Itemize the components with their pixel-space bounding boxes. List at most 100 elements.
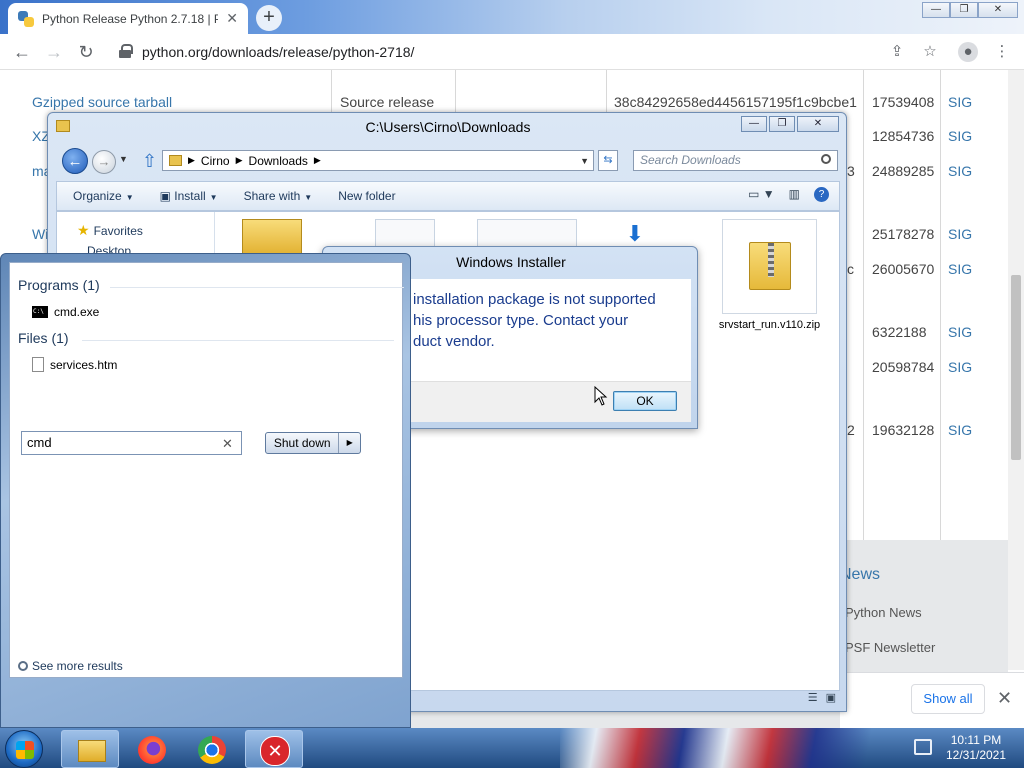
minimize-button[interactable]: — [922, 2, 950, 18]
new-folder-button[interactable]: New folder [338, 189, 395, 203]
chevron-down-icon[interactable]: ▼ [580, 156, 589, 166]
up-arrow-icon[interactable]: ⇧ [142, 151, 157, 172]
lock-icon[interactable] [119, 44, 133, 58]
breadcrumb-chevron-icon[interactable]: ▶ [314, 155, 321, 166]
browser-tab[interactable]: Python Release Python 2.7.18 | P ✕ [8, 3, 248, 34]
files-group-heading[interactable]: Files (1) [18, 330, 69, 346]
new-tab-button[interactable]: + [256, 5, 282, 31]
large-icons-view-icon[interactable]: ▣ [826, 691, 836, 704]
table-row-name[interactable]: Wi [32, 226, 48, 242]
taskbar-firefox-icon[interactable] [124, 730, 182, 768]
group-divider [82, 340, 394, 341]
install-button[interactable]: ▣ Install ▼ [160, 189, 218, 203]
breadcrumb-chevron-icon[interactable]: ▶ [236, 155, 243, 166]
dialog-message: installation package is not supported hi… [413, 291, 656, 350]
search-icon[interactable] [821, 154, 831, 164]
network-icon[interactable] [914, 739, 932, 755]
explorer-minimize-button[interactable]: — [741, 116, 767, 132]
sig-link[interactable]: SIG [948, 261, 972, 277]
ok-button[interactable]: OK [613, 391, 677, 411]
table-row-size: 26005670 [872, 261, 935, 277]
help-icon[interactable]: ? [814, 187, 829, 202]
breadcrumb-cirno[interactable]: Cirno [201, 154, 230, 168]
programs-group-heading[interactable]: Programs (1) [18, 277, 100, 293]
explorer-close-button[interactable]: ✕ [797, 116, 839, 132]
column-divider [863, 70, 864, 540]
explorer-title: C:\Users\Cirno\Downloads [365, 119, 531, 135]
scrollbar-thumb[interactable] [1011, 275, 1021, 460]
table-row-md5: 38c84292658ed4456157195f1c9bcbe1 [614, 94, 857, 110]
change-view-icon[interactable]: ▭ ▼ [748, 187, 775, 202]
sig-link[interactable]: SIG [948, 359, 972, 375]
menu-kebab-icon[interactable]: ⋮ [992, 42, 1012, 62]
bookmark-star-icon[interactable]: ☆ [920, 42, 940, 62]
organize-label: Organize [73, 189, 122, 203]
profile-avatar-icon[interactable]: ● [958, 42, 978, 62]
folder-icon [169, 155, 182, 166]
chevron-down-icon: ▼ [209, 193, 218, 202]
news-link[interactable]: Python News [845, 605, 922, 620]
result-services-htm[interactable]: services.htm [32, 357, 117, 372]
install-label: Install [174, 189, 206, 203]
recent-pages-chevron-icon[interactable]: ▼ [119, 154, 128, 164]
column-divider [940, 70, 941, 540]
close-window-button[interactable]: ✕ [978, 2, 1018, 18]
organize-button[interactable]: Organize ▼ [73, 189, 134, 203]
preview-pane-icon[interactable]: ▥ [789, 187, 800, 202]
close-download-bar-icon[interactable]: ✕ [997, 688, 1012, 709]
view-controls: ▭ ▼ ▥ ? [748, 187, 829, 202]
sig-link[interactable]: SIG [948, 94, 972, 110]
table-row-name[interactable]: Gzipped source tarball [32, 94, 172, 110]
table-row-size: 25178278 [872, 226, 935, 242]
see-more-results-link[interactable]: See more results [18, 659, 123, 673]
start-menu: Programs (1) C:\ cmd.exe Files (1) servi… [0, 253, 411, 728]
view-toggle: ☰ ▣ [808, 691, 836, 704]
tab-close-icon[interactable]: ✕ [226, 10, 238, 27]
result-cmd-exe[interactable]: C:\ cmd.exe [32, 305, 99, 319]
start-button[interactable] [5, 730, 43, 768]
document-icon [32, 357, 44, 372]
sig-link[interactable]: SIG [948, 422, 972, 438]
refresh-icon[interactable]: ⇆ [598, 150, 618, 171]
start-search-input[interactable]: cmd [21, 431, 242, 455]
clear-search-icon[interactable]: ✕ [222, 436, 233, 452]
show-all-downloads-button[interactable]: Show all [911, 684, 985, 714]
reload-icon[interactable]: ↻ [74, 40, 98, 64]
taskbar-chrome-icon[interactable] [184, 730, 242, 768]
system-clock[interactable]: 10:11 PM 12/31/2021 [936, 733, 1016, 763]
back-arrow-icon[interactable]: ← [62, 148, 88, 174]
explorer-address-bar[interactable]: ▶ Cirno ▶ Downloads ▶ ▼ [162, 150, 594, 171]
explorer-command-bar: Organize ▼ ▣ Install ▼ Share with ▼ New fol… [56, 181, 840, 211]
forward-arrow-icon[interactable]: → [42, 40, 66, 64]
restore-button[interactable]: ❐ [950, 2, 978, 18]
zip-folder-icon [749, 242, 791, 290]
see-more-label: See more results [32, 659, 123, 673]
start-search-results: Programs (1) C:\ cmd.exe Files (1) servi… [9, 262, 404, 678]
newsletter-link[interactable]: PSF Newsletter [845, 640, 935, 655]
sig-link[interactable]: SIG [948, 163, 972, 179]
explorer-search-input[interactable]: Search Downloads [633, 150, 838, 171]
zip-file-thumbnail[interactable] [722, 219, 817, 314]
sig-link[interactable]: SIG [948, 324, 972, 340]
shutdown-button[interactable]: Shut down ▶ [265, 432, 361, 454]
explorer-maximize-button[interactable]: ❐ [769, 116, 795, 132]
breadcrumb-chevron-icon[interactable]: ▶ [188, 155, 195, 166]
taskbar-explorer-icon[interactable] [61, 730, 119, 768]
sig-link[interactable]: SIG [948, 128, 972, 144]
zip-file-label[interactable]: srvstart_run.v110.zip [712, 318, 827, 332]
search-icon [18, 661, 28, 671]
shutdown-options-arrow-icon[interactable]: ▶ [338, 433, 360, 453]
nav-favorites[interactable]: ★ Favorites [77, 222, 143, 239]
share-with-button[interactable]: Share with ▼ [244, 189, 313, 203]
forward-arrow-icon[interactable]: → [92, 150, 116, 174]
table-row-size: 20598784 [872, 359, 935, 375]
sig-link[interactable]: SIG [948, 226, 972, 242]
share-icon[interactable]: ⇪ [887, 42, 907, 62]
details-view-icon[interactable]: ☰ [808, 691, 818, 704]
address-bar[interactable]: python.org/downloads/release/python-2718… [142, 44, 414, 60]
installer-icon: ▣ [159, 189, 175, 203]
breadcrumb-downloads[interactable]: Downloads [249, 154, 308, 168]
back-arrow-icon[interactable]: ← [10, 40, 34, 64]
taskbar-error-icon[interactable] [245, 730, 303, 768]
table-row-size: 19632128 [872, 422, 935, 438]
